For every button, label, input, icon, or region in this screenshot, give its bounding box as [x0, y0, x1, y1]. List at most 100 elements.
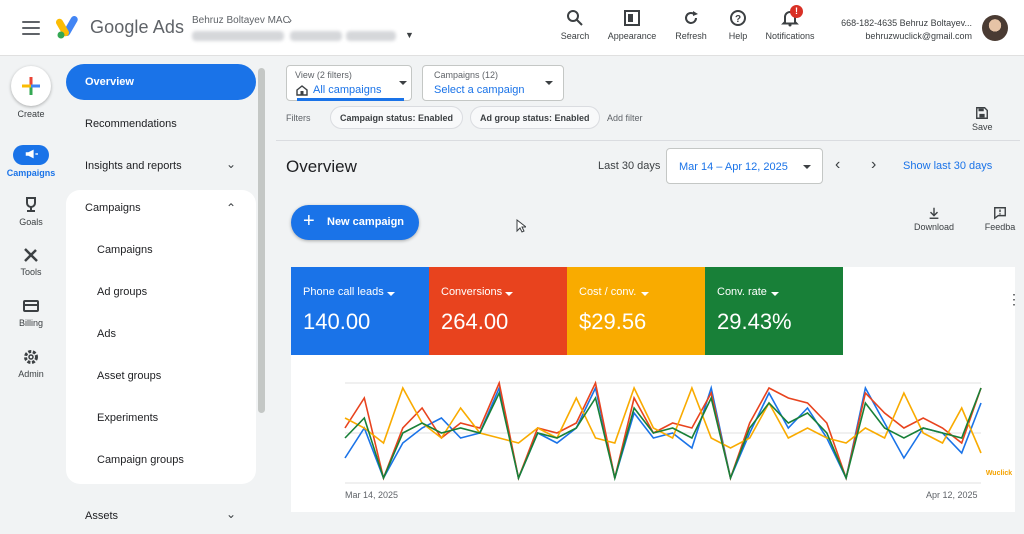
download-button[interactable]: Download — [912, 206, 956, 232]
nav-subitem-ads[interactable]: Ads — [66, 328, 256, 340]
search-label: Search — [560, 31, 590, 41]
feedback-button[interactable]: Feedba — [982, 206, 1018, 232]
feedback-icon — [994, 207, 1006, 220]
metric-value: 264.00 — [441, 309, 509, 334]
nav-item-assets[interactable]: Assets ⌄ — [66, 498, 256, 534]
view-filter-dropdown[interactable]: View (2 filters) All campaigns — [286, 65, 412, 101]
search-icon — [567, 10, 583, 26]
nav-subitem-ad-groups[interactable]: Ad groups — [66, 286, 256, 298]
navigation-rail: Create Campaigns Goals Tools Billing Adm… — [0, 56, 62, 512]
filters-label: Filters — [286, 113, 311, 123]
rail-item-admin[interactable]: Admin — [0, 348, 62, 379]
user-info[interactable]: 668-182-4635 Behruz Boltayev... behruzwu… — [841, 17, 972, 43]
metric-value: 29.43% — [717, 309, 792, 334]
nav-item-campaigns-group[interactable]: Campaigns ⌃ — [66, 190, 256, 226]
google-ads-logo — [56, 16, 78, 39]
watermark: Wuclick — [985, 470, 1013, 477]
series-line-2 — [344, 385, 982, 454]
create-button[interactable] — [11, 66, 51, 106]
menu-icon[interactable] — [20, 18, 42, 38]
caret-down-icon — [387, 292, 395, 296]
campaign-select-value: Select a campaign — [434, 84, 525, 96]
refresh-button[interactable]: Refresh — [672, 9, 710, 41]
metric-label: Conv. rate — [717, 286, 767, 298]
previous-period-button[interactable]: ‹ — [835, 156, 840, 174]
view-filter-underline — [297, 98, 404, 101]
more-options-icon[interactable]: ⋮ — [1007, 291, 1021, 308]
blurred-account-detail — [346, 31, 396, 41]
view-filter-label: View (2 filters) — [295, 70, 352, 80]
plus-icon: + — [303, 210, 315, 232]
download-icon — [929, 207, 939, 219]
rail-item-billing[interactable]: Billing — [0, 297, 62, 328]
rail-campaigns-label: Campaigns — [6, 168, 56, 178]
notification-badge: ! — [790, 5, 803, 18]
performance-card: Phone call leads 140.00 Conversions 264.… — [291, 267, 1021, 512]
new-campaign-label: New campaign — [327, 216, 405, 228]
nav-subitem-campaigns[interactable]: Campaigns — [66, 244, 256, 256]
search-button[interactable]: Search — [560, 9, 590, 41]
main-content: View (2 filters) All campaigns Campaigns… — [276, 56, 1021, 512]
campaign-select-label: Campaigns (12) — [434, 70, 499, 80]
rail-item-tools[interactable]: Tools — [0, 246, 62, 277]
rail-item-goals[interactable]: Goals — [0, 196, 62, 227]
nav-subitem-experiments[interactable]: Experiments — [66, 412, 256, 424]
credit-card-icon — [23, 300, 39, 312]
help-button[interactable]: ? Help — [724, 9, 752, 41]
caret-down-icon — [771, 292, 779, 296]
date-range-label: Last 30 days — [598, 160, 661, 172]
rail-goals-label: Goals — [19, 217, 43, 227]
date-range-picker[interactable]: Mar 14 – Apr 12, 2025 — [666, 148, 823, 184]
show-last-30-days-link[interactable]: Show last 30 days — [903, 160, 992, 172]
chevron-up-icon: ⌃ — [225, 201, 236, 215]
help-icon: ? — [730, 10, 746, 26]
nav-item-overview[interactable]: Overview — [66, 64, 256, 100]
next-period-button[interactable]: › — [871, 156, 876, 174]
divider — [276, 140, 1020, 141]
blurred-account-type — [290, 31, 342, 41]
rail-create-label: Create — [17, 109, 45, 119]
view-filter-value: All campaigns — [313, 84, 382, 96]
metric-card-cost-per-conversion[interactable]: Cost / conv. $29.56 — [567, 267, 705, 355]
save-button[interactable]: Save — [972, 106, 993, 132]
metric-card-conversion-rate[interactable]: Conv. rate 29.43% — [705, 267, 843, 355]
refresh-icon — [685, 11, 698, 24]
trophy-icon — [26, 197, 36, 212]
filter-chip-ad-group-status[interactable]: Ad group status: Enabled — [470, 106, 600, 129]
avatar[interactable] — [982, 15, 1008, 41]
appearance-button[interactable]: Appearance — [604, 9, 660, 41]
nav-item-recommendations[interactable]: Recommendations — [66, 106, 256, 142]
metric-label: Cost / conv. — [579, 286, 637, 298]
customer-id: 668-182-4635 Behruz Boltayev... — [841, 18, 972, 28]
x-axis-end-label: Apr 12, 2025 — [926, 490, 978, 500]
filter-chip-campaign-status[interactable]: Campaign status: Enabled — [330, 106, 464, 129]
nav-subitem-campaign-groups[interactable]: Campaign groups — [66, 454, 256, 466]
nav-subitem-asset-groups[interactable]: Asset groups — [66, 370, 256, 382]
metric-card-phone-call-leads[interactable]: Phone call leads 140.00 — [291, 267, 429, 355]
home-icon — [296, 85, 308, 96]
metric-card-conversions[interactable]: Conversions 264.00 — [429, 267, 567, 355]
account-dropdown-icon[interactable]: ▼ — [405, 30, 414, 40]
caret-down-icon — [803, 165, 811, 169]
rail-item-campaigns[interactable]: Campaigns — [0, 145, 62, 178]
blurred-account-id — [192, 31, 284, 41]
caret-down-icon — [641, 292, 649, 296]
nav-item-insights[interactable]: Insights and reports ⌄ — [66, 148, 256, 184]
metric-value: 140.00 — [303, 309, 371, 334]
chevron-down-icon: ⌄ — [225, 157, 236, 171]
campaign-select-dropdown[interactable]: Campaigns (12) Select a campaign — [422, 65, 564, 101]
account-name[interactable]: Behruz Boltayev MAC — [192, 15, 290, 26]
chevron-right-icon: › — [288, 13, 292, 27]
notifications-button[interactable]: ! Notifications — [762, 5, 818, 41]
help-label: Help — [728, 31, 748, 41]
brand-name: Google Ads — [90, 17, 185, 37]
nav-scrollbar[interactable] — [258, 68, 265, 413]
add-filter-button[interactable]: Add filter — [607, 113, 643, 123]
tools-icon — [24, 248, 38, 262]
new-campaign-button[interactable]: + New campaign — [291, 205, 419, 240]
top-bar: Google Ads Behruz Boltayev MAC › ▼ Searc… — [0, 0, 1024, 56]
chevron-down-icon: ⌄ — [225, 507, 236, 521]
mouse-cursor-icon — [516, 219, 526, 233]
feedback-label: Feedba — [984, 222, 1016, 232]
metric-value: $29.56 — [579, 309, 647, 334]
